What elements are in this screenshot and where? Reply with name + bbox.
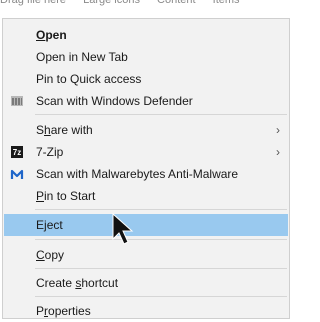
defender-icon [11, 96, 23, 106]
menu-separator [35, 114, 287, 115]
menu-separator [35, 239, 287, 240]
menu-item-scan-defender[interactable]: Scan with Windows Defender [4, 90, 288, 112]
menu-item-scan-malwarebytes[interactable]: Scan with Malwarebytes Anti-Malware [4, 163, 288, 185]
menu-item-properties[interactable]: Properties [4, 300, 288, 322]
menu-item-eject-label: Eject [36, 218, 63, 232]
menu-item-share-with[interactable]: Share with › [4, 119, 288, 141]
menu-item-open-new-tab-label: Open in New Tab [36, 50, 128, 64]
menu-item-copy[interactable]: Copy [4, 244, 288, 266]
menu-item-create-shortcut-label: Create shortcut [36, 276, 119, 290]
menu-item-pin-quick-access-label: Pin to Quick access [36, 72, 142, 86]
menu-item-open-new-tab[interactable]: Open in New Tab [4, 46, 288, 68]
menu-item-properties-label: Properties [36, 304, 91, 318]
context-menu: Open Open in New Tab Pin to Quick access… [2, 18, 290, 319]
menu-separator [35, 268, 287, 269]
menu-item-eject[interactable]: Eject [4, 214, 288, 236]
strip-item: Items [212, 0, 240, 6]
malwarebytes-icon [10, 169, 24, 179]
menu-item-share-with-label: Share with [36, 123, 93, 137]
submenu-arrow-icon: › [276, 145, 280, 159]
strip-item: Drag file here [0, 0, 67, 6]
mouse-pointer-icon [112, 213, 134, 245]
menu-separator [35, 209, 287, 210]
menu-item-open[interactable]: Open [4, 24, 288, 46]
svg-text:7z: 7z [13, 148, 21, 157]
menu-item-scan-malwarebytes-label: Scan with Malwarebytes Anti-Malware [36, 167, 239, 181]
menu-item-create-shortcut[interactable]: Create shortcut [4, 272, 288, 294]
menu-separator [35, 296, 287, 297]
menu-item-scan-defender-label: Scan with Windows Defender [36, 94, 193, 108]
menu-item-pin-start[interactable]: Pin to Start [4, 185, 288, 207]
menu-item-copy-label: Copy [36, 248, 65, 262]
strip-item: Content [157, 0, 196, 6]
7zip-icon: 7z [11, 146, 23, 158]
menu-item-open-label: Open [36, 28, 67, 42]
menu-item-pin-start-label: Pin to Start [36, 189, 96, 203]
explorer-top-strip: Drag file here Large icons Content Items [0, 0, 292, 18]
menu-item-pin-quick-access[interactable]: Pin to Quick access [4, 68, 288, 90]
menu-item-7zip-label: 7-Zip [36, 145, 64, 159]
submenu-arrow-icon: › [276, 123, 280, 137]
menu-item-7zip[interactable]: 7z 7-Zip › [4, 141, 288, 163]
strip-item: Large icons [83, 0, 140, 6]
